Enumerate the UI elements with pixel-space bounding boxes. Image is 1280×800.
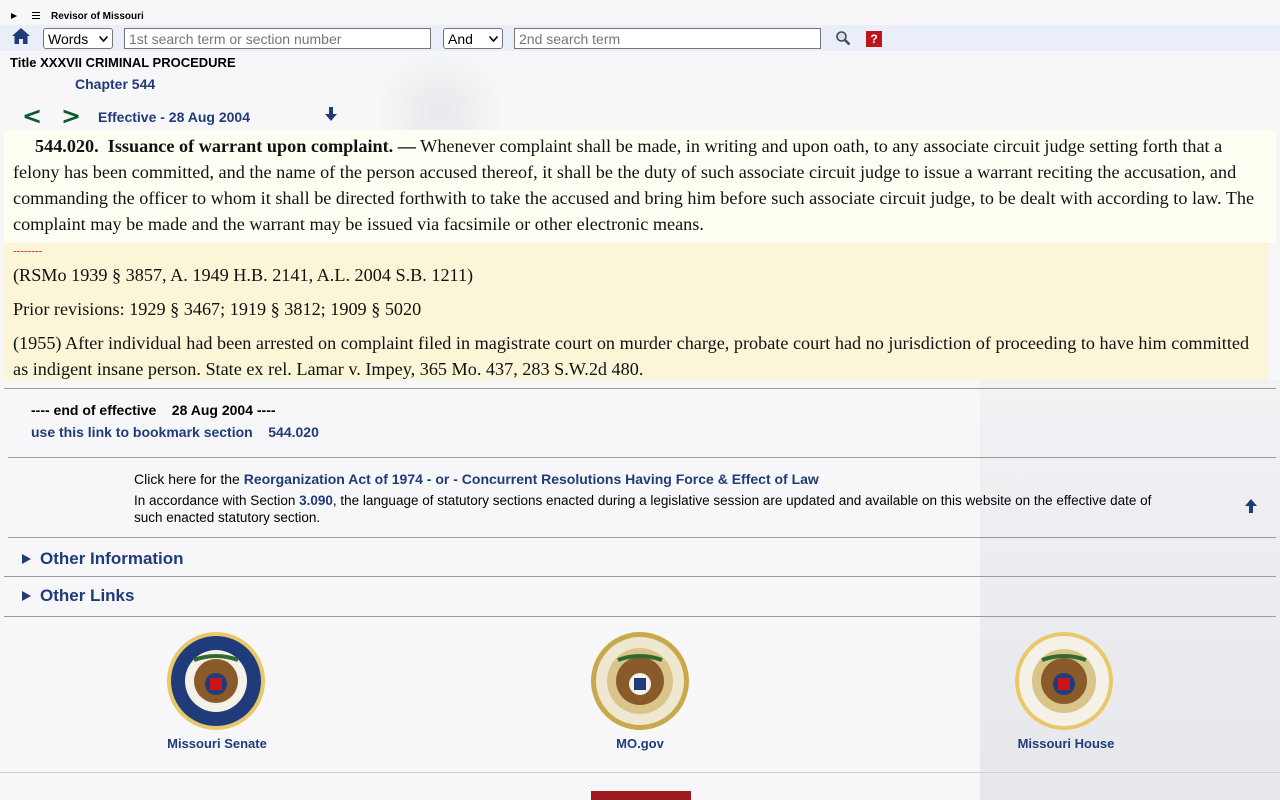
- search-operator-value: And: [448, 30, 473, 47]
- accord-prefix: In accordance with Section: [134, 493, 300, 508]
- section-3090-notice: In accordance with Section 3.090, the la…: [134, 492, 1164, 526]
- case-annotation: (1955) After individual had been arreste…: [13, 333, 1250, 379]
- prior-revisions: Prior revisions: 1929 § 3467; 1919 § 381…: [13, 299, 422, 319]
- help-icon[interactable]: ?: [866, 31, 882, 47]
- history-source: (RSMo 1939 § 3857, A. 1949 H.B. 2141, A.…: [13, 265, 474, 285]
- arrow-up-icon[interactable]: [1243, 498, 1259, 514]
- chapter-link[interactable]: Chapter 544: [75, 76, 155, 92]
- history-block: -------- (RSMo 1939 § 3857, A. 1949 H.B.…: [4, 243, 1268, 380]
- other-links-label: Other Links: [40, 586, 135, 605]
- title-heading[interactable]: Title XXXVII CRIMINAL PROCEDURE: [10, 55, 236, 70]
- search-icon[interactable]: [835, 30, 851, 46]
- search-operator-select[interactable]: And: [443, 28, 503, 49]
- mo-gov-link[interactable]: MO.gov: [560, 736, 720, 751]
- next-section-button[interactable]: >: [61, 102, 81, 130]
- reorganization-notice: Click here for the Reorganization Act of…: [134, 471, 819, 487]
- expand-triangle-icon: [22, 591, 31, 601]
- section-heading: Issuance of warrant upon complaint. —: [107, 136, 416, 156]
- divider: [8, 457, 1276, 458]
- missouri-house-link[interactable]: Missouri House: [986, 736, 1146, 751]
- missouri-house-seal-icon[interactable]: [1014, 630, 1114, 732]
- home-icon[interactable]: [11, 27, 31, 45]
- divider: [4, 576, 1276, 577]
- search-term-1-input[interactable]: [124, 28, 431, 49]
- menu-icon[interactable]: [32, 12, 40, 21]
- other-information-toggle[interactable]: Other Information: [22, 549, 184, 569]
- divider: [8, 537, 1276, 538]
- expand-arrow-icon[interactable]: [11, 13, 17, 19]
- site-title[interactable]: Revisor of Missouri: [51, 11, 144, 22]
- effective-date[interactable]: Effective - 28 Aug 2004: [98, 109, 250, 125]
- search-mode-value: Words: [48, 30, 89, 47]
- missouri-senate-link[interactable]: Missouri Senate: [137, 736, 297, 751]
- reorganization-act-link[interactable]: Reorganization Act of 1974 - or - Concur…: [244, 471, 819, 487]
- end-of-effective-text: ---- end of effective 28 Aug 2004 ----: [31, 402, 276, 418]
- section-3090-link[interactable]: 3.090: [299, 493, 333, 508]
- expand-triangle-icon: [22, 554, 31, 564]
- other-links-toggle[interactable]: Other Links: [22, 586, 134, 606]
- reorganization-prefix: Click here for the: [134, 471, 244, 487]
- other-information-label: Other Information: [40, 549, 184, 568]
- section-number: 544.020.: [35, 136, 99, 156]
- background-dome-image: [380, 40, 500, 130]
- missouri-state-seal-icon[interactable]: [590, 630, 690, 732]
- divider: [4, 616, 1276, 617]
- arrow-down-icon[interactable]: [323, 106, 339, 122]
- search-mode-select[interactable]: Words: [43, 28, 113, 49]
- statute-text-block: 544.020. Issuance of warrant upon compla…: [4, 130, 1276, 243]
- chevron-down-icon: [489, 35, 498, 42]
- history-separator: --------: [13, 245, 43, 257]
- chevron-down-icon: [99, 35, 108, 42]
- footer-red-block: [591, 791, 691, 800]
- divider: [4, 388, 1276, 389]
- missouri-senate-seal-icon[interactable]: [166, 630, 266, 732]
- bookmark-link[interactable]: use this link to bookmark section 544.02…: [31, 424, 319, 440]
- previous-section-button[interactable]: <: [22, 102, 42, 130]
- search-term-2-input[interactable]: [514, 28, 821, 49]
